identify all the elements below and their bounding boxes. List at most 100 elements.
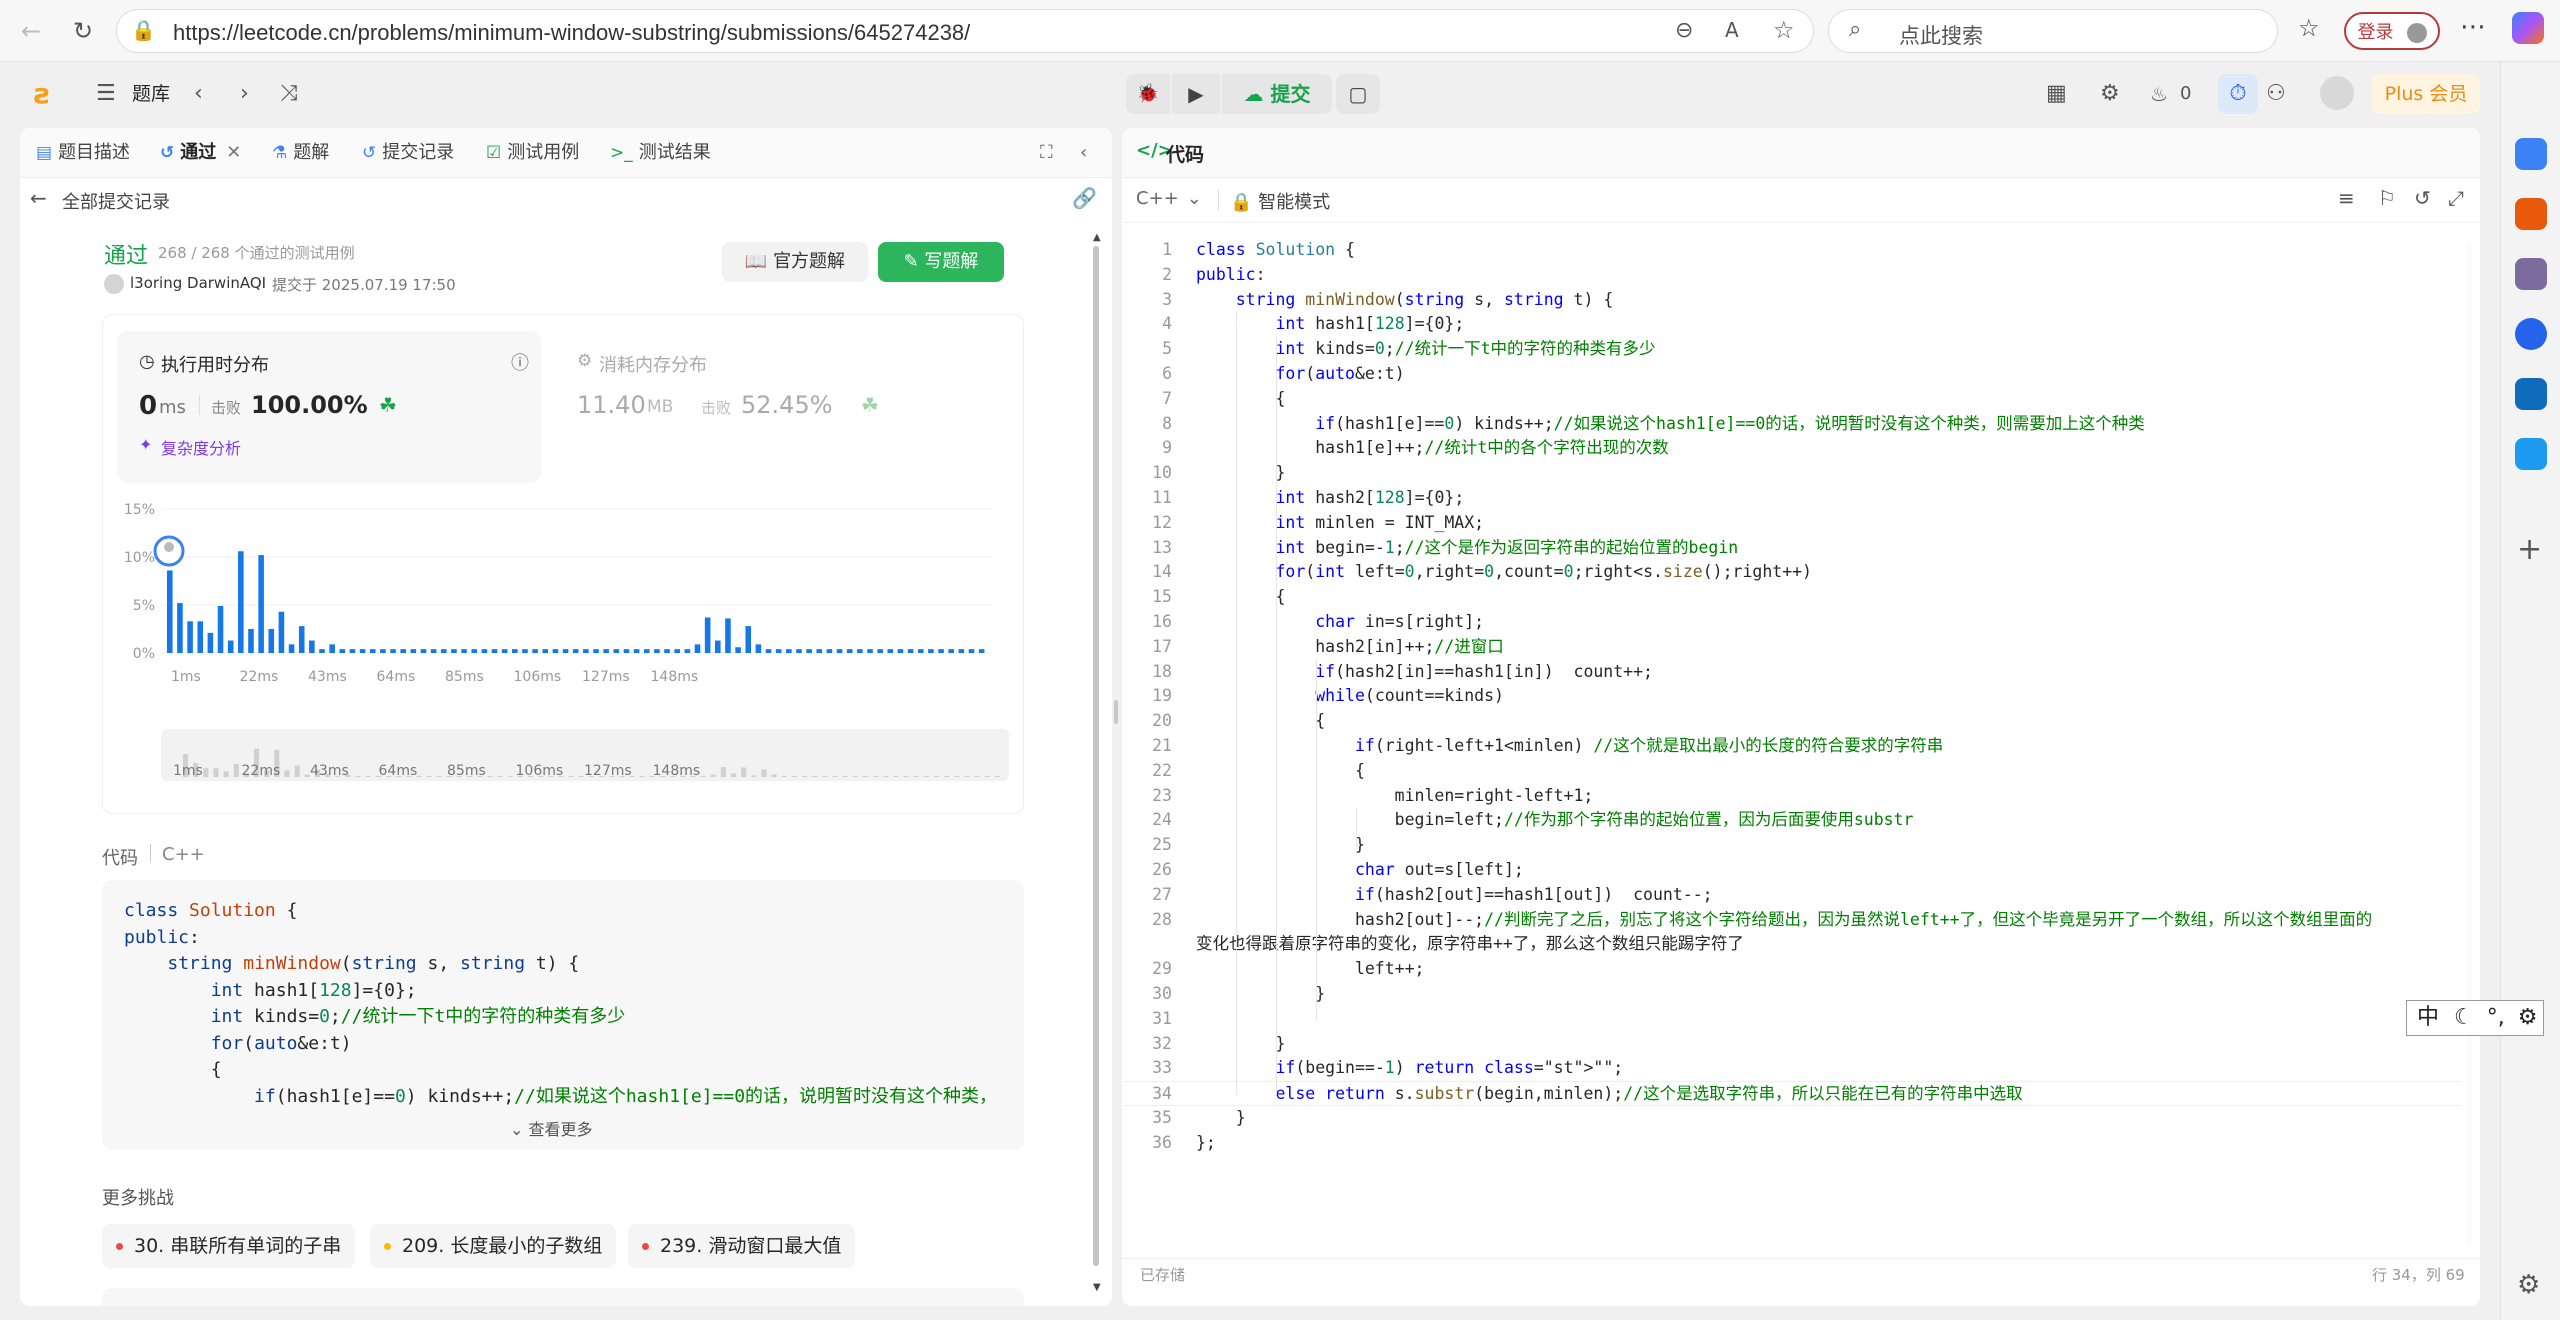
plus-member-button[interactable]: Plus 会员 (2372, 74, 2480, 114)
editor-line[interactable]: 22 { (1122, 759, 2462, 784)
editor-line[interactable]: 12 int minlen = INT_MAX; (1122, 511, 2462, 536)
format-icon[interactable]: ≡ (2338, 186, 2355, 210)
tab-submissions[interactable]: ↺ 提交记录 (362, 138, 454, 168)
add-icon[interactable]: + (2517, 532, 2542, 567)
editor-line[interactable]: 16 char in=s[right]; (1122, 610, 2462, 635)
settings-icon[interactable]: ⚙ (2100, 78, 2120, 110)
editor-line[interactable]: 3 string minWindow(string s, string t) { (1122, 288, 2462, 313)
language-selector[interactable]: C++ ⌄ (1136, 188, 1202, 209)
copilot-icon[interactable] (2512, 12, 2544, 44)
m365-icon[interactable] (2515, 318, 2547, 350)
editor-line[interactable]: 11 int hash2[128]={0}; (1122, 486, 2462, 511)
moon-icon[interactable]: ☾ (2454, 1005, 2474, 1030)
tag-icon[interactable] (2515, 138, 2547, 170)
bookmark-icon[interactable]: ⚐ (2378, 186, 2396, 210)
editor-line[interactable]: 27 if(hash2[out]==hash1[out]) count--; (1122, 883, 2462, 908)
browser-search-box[interactable]: ⌕ 点此搜索 (1828, 9, 2278, 53)
close-tab-icon[interactable]: ✕ (226, 142, 241, 163)
editor-line[interactable]: 21 if(right-left+1<minlen) //这个就是取出最小的长度… (1122, 734, 2462, 759)
editor-line[interactable]: 8 if(hash1[e]==0) kinds++;//如果说这个hash1[e… (1122, 412, 2462, 437)
challenge-item[interactable]: 239. 滑动窗口最大值 (628, 1224, 856, 1268)
editor-line[interactable]: 30 } (1122, 982, 2462, 1007)
leetcode-logo-icon[interactable]: ꙅ (34, 78, 64, 110)
layout-icon[interactable]: ▦ (2046, 78, 2067, 110)
complexity-analysis-link[interactable]: 复杂度分析 (161, 435, 241, 459)
url-text[interactable]: https://leetcode.cn/problems/minimum-win… (173, 20, 970, 46)
official-solution-button[interactable]: 📖 官方题解 (722, 242, 868, 282)
editor-line[interactable]: 28 hash2[out]--;//判断完了之后，别忘了将这个字符给题出，因为虽… (1122, 908, 2462, 933)
challenge-item[interactable]: 209. 长度最小的子数组 (370, 1224, 617, 1268)
favorite-star-icon[interactable]: ☆ (1773, 16, 1795, 44)
punctuation-icon[interactable]: °, (2487, 1005, 2505, 1030)
editor-scrollbar[interactable] (2466, 244, 2472, 1244)
editor-line[interactable]: 1 class Solution { (1122, 238, 2462, 263)
editor-line[interactable]: 34 else return s.substr(begin,minlen);//… (1122, 1081, 2462, 1106)
login-button[interactable]: 登录 (2344, 12, 2440, 50)
editor-line[interactable]: 2 public: (1122, 263, 2462, 288)
editor-line[interactable]: 13 int begin=-1;//这个是作为返回字符串的起始位置的begin (1122, 536, 2462, 561)
editor-line[interactable]: 9 hash1[e]++;//统计t中的各个字符出现的次数 (1122, 436, 2462, 461)
next-problem-icon[interactable]: › (240, 78, 249, 110)
memory-card[interactable]: ⚙ 消耗内存分布 11.40 MB 击败 52.45% ☘ (555, 331, 979, 483)
submitter-name[interactable]: l3oring DarwinAQI (130, 274, 266, 292)
editor-line[interactable]: 29 left++; (1122, 957, 2462, 982)
link-icon[interactable]: 🔗 (1072, 186, 1097, 210)
info-icon[interactable]: ⓘ (511, 349, 529, 375)
editor-line[interactable]: 26 char out=s[left]; (1122, 858, 2462, 883)
ime-toolbar[interactable]: 中 ☾ °, ⚙ (2406, 1000, 2544, 1036)
library-link[interactable]: 题库 (132, 78, 170, 110)
runtime-card[interactable]: ◷ 执行用时分布 ⓘ 0 ms 击败 100.00% ☘ ✦ 复杂度分析 (117, 331, 541, 483)
editor-line[interactable]: 19 while(count==kinds) (1122, 684, 2462, 709)
address-bar[interactable]: 🔒 https://leetcode.cn/problems/minimum-w… (116, 9, 1814, 53)
editor-line[interactable]: 31 (1122, 1007, 2462, 1032)
editor-line[interactable]: 4 int hash1[128]={0}; (1122, 312, 2462, 337)
editor-line[interactable]: 10 } (1122, 461, 2462, 486)
back-arrow-icon[interactable]: ← (14, 14, 48, 48)
random-problem-icon[interactable]: ⤨ (280, 78, 298, 110)
send-icon[interactable] (2515, 438, 2547, 470)
debug-button[interactable]: 🐞 (1126, 74, 1170, 114)
gear-icon[interactable]: ⚙ (2518, 1005, 2538, 1030)
editor-line[interactable]: 20 { (1122, 709, 2462, 734)
editor-line[interactable]: 33 if(begin==-1) return class="st">""; (1122, 1056, 2462, 1081)
left-scrollbar[interactable]: ▲ ▼ (1092, 232, 1101, 1298)
read-aloud-icon[interactable]: A (1725, 18, 1739, 42)
write-solution-button[interactable]: ✎ 写题解 (878, 242, 1004, 282)
editor-line[interactable]: 23 minlen=right-left+1; (1122, 784, 2462, 809)
note-icon[interactable]: ▢ (1336, 74, 1380, 114)
timer-icon[interactable]: ⏱ (2218, 74, 2258, 114)
zoom-icon[interactable]: ⊖ (1675, 18, 1693, 43)
editor-line[interactable]: 35 } (1122, 1106, 2462, 1131)
user-avatar[interactable] (2320, 76, 2354, 110)
settings-gear-icon[interactable]: ⚙ (2517, 1270, 2540, 1300)
back-arrow-icon[interactable]: ← (30, 186, 47, 210)
editor-line[interactable]: 变化也得跟着原字符串的变化，原字符串++了，那么这个数组只能踢字符了 (1122, 932, 2462, 957)
outlook-icon[interactable] (2515, 378, 2547, 410)
editor-line[interactable]: 15 { (1122, 585, 2462, 610)
reset-icon[interactable]: ↺ (2414, 186, 2431, 210)
smart-mode-toggle[interactable]: 🔒 智能模式 (1230, 188, 1330, 214)
all-submissions-link[interactable]: 全部提交记录 (62, 188, 170, 214)
maximize-icon[interactable]: ⛶ (1040, 138, 1053, 168)
run-button[interactable]: ▶ (1172, 74, 1220, 114)
invite-user-icon[interactable]: ⚇ (2266, 78, 2286, 110)
scrollbar-thumb[interactable] (1093, 246, 1099, 1266)
scroll-down-icon[interactable]: ▼ (1093, 1282, 1101, 1293)
editor-line[interactable]: 6 for(auto&e:t) (1122, 362, 2462, 387)
editor-line[interactable]: 24 begin=left;//作为那个字符串的起始位置，因为后面要使用subs… (1122, 808, 2462, 833)
ime-mode-label[interactable]: 中 (2417, 1005, 2439, 1030)
more-menu-icon[interactable]: ⋯ (2460, 12, 2486, 42)
challenge-item[interactable]: 30. 串联所有单词的子串 (102, 1224, 356, 1268)
resize-handle[interactable] (1114, 700, 1118, 724)
fullscreen-icon[interactable]: ⤢ (2448, 186, 2464, 210)
streak-fire-icon[interactable]: ♨ (2150, 78, 2168, 110)
tab-testcases[interactable]: ☑ 测试用例 (486, 138, 579, 168)
code-editor[interactable]: 1 class Solution {2 public: 3 string minWin… (1122, 228, 2480, 1228)
tab-solutions[interactable]: ⚗ 题解 (272, 138, 329, 168)
scroll-up-icon[interactable]: ▲ (1093, 232, 1101, 243)
prev-problem-icon[interactable]: ‹ (194, 78, 203, 110)
editor-line[interactable]: 17 hash2[in]++;//进窗口 (1122, 635, 2462, 660)
games-icon[interactable] (2515, 258, 2547, 290)
collapse-icon[interactable]: ‹ (1080, 138, 1087, 168)
favorites-icon[interactable]: ☆ (2298, 14, 2320, 42)
